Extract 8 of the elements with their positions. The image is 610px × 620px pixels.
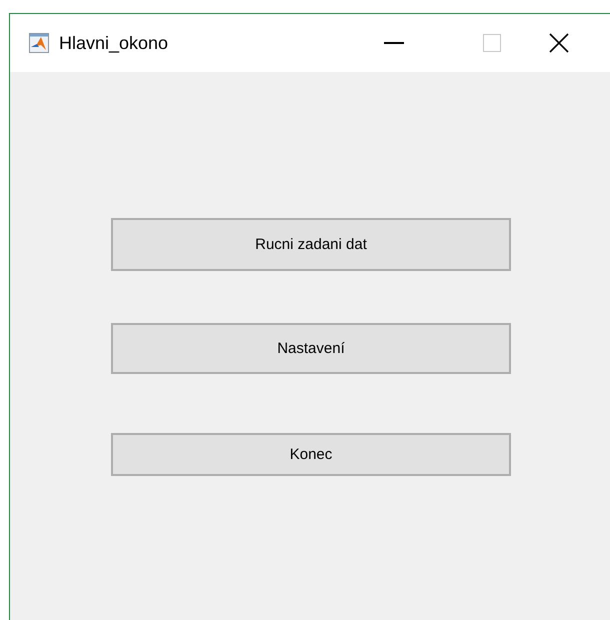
maximize-icon[interactable]: [483, 34, 501, 52]
menu-button[interactable]: Konec: [111, 433, 511, 476]
minimize-icon[interactable]: [384, 42, 404, 44]
menu-button[interactable]: Nastavení: [111, 323, 511, 374]
app-icon: [29, 33, 49, 53]
menu-button[interactable]: Rucni zadani dat: [111, 218, 511, 271]
window-title: Hlavni_okono: [59, 32, 170, 54]
close-icon[interactable]: [549, 33, 569, 53]
